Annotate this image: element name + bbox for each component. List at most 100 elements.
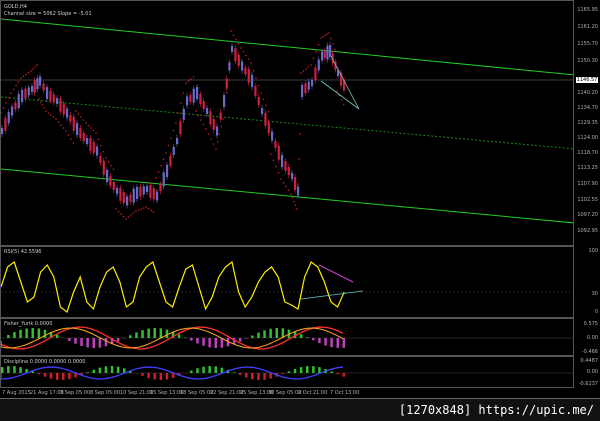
sar-dot bbox=[165, 152, 167, 154]
sar-dot bbox=[130, 214, 132, 216]
discipline-bar bbox=[269, 373, 272, 379]
candle-body bbox=[209, 111, 211, 124]
price-tick: 1124.00 bbox=[577, 135, 598, 141]
candle-body bbox=[109, 176, 111, 186]
sar-dot bbox=[265, 105, 267, 107]
fisher-bar bbox=[38, 328, 41, 338]
candle-body bbox=[21, 90, 23, 102]
candle-body bbox=[311, 80, 313, 86]
sar-dot bbox=[148, 208, 150, 210]
discipline-pane[interactable]: Discipline 0.0000 0.0000 0.0000 bbox=[0, 356, 574, 388]
sar-dot bbox=[1, 112, 2, 114]
sar-dot bbox=[230, 30, 232, 32]
sar-dot bbox=[250, 62, 252, 64]
fisher-pane[interactable]: Fisher_Yurik 0.0000 bbox=[0, 318, 574, 356]
candle-body bbox=[329, 45, 331, 57]
candle-body bbox=[228, 62, 230, 70]
main-chart-pane[interactable]: GOLD,H4 Channel size = 5062 Slope = -5.0… bbox=[0, 0, 574, 246]
sar-dot bbox=[55, 118, 57, 120]
fisher-bar bbox=[312, 338, 315, 340]
candle-body bbox=[99, 156, 101, 163]
discipline-bar bbox=[56, 373, 59, 380]
discipline-bar bbox=[19, 367, 22, 373]
discipline-bar bbox=[13, 366, 16, 373]
fisher-bar bbox=[269, 329, 272, 338]
sar-dot bbox=[63, 127, 65, 129]
candle-body bbox=[189, 95, 191, 102]
candle-body bbox=[304, 83, 306, 93]
sar-dot bbox=[255, 77, 257, 79]
fisher-bar bbox=[276, 328, 279, 338]
candle-body bbox=[278, 146, 280, 160]
sar-dot bbox=[145, 206, 147, 208]
candle-body bbox=[83, 133, 85, 141]
discipline-tick: 0.00 bbox=[587, 369, 598, 375]
candle-body bbox=[146, 186, 148, 192]
sar-dot bbox=[297, 183, 299, 185]
sar-dot bbox=[298, 158, 300, 160]
sar-dot bbox=[28, 72, 30, 74]
sar-dot bbox=[68, 134, 70, 136]
sar-dot bbox=[155, 177, 157, 179]
discipline-tick: 0.4487 bbox=[581, 358, 599, 364]
date-tick: 7 Oct 13:00 bbox=[330, 390, 359, 396]
candle-body bbox=[288, 167, 290, 175]
sar-dot bbox=[23, 75, 25, 77]
candle-body bbox=[248, 69, 250, 83]
rsi-pane[interactable]: RSI(5) 42.5596 bbox=[0, 246, 574, 318]
discipline-bar bbox=[343, 373, 346, 377]
sar-dot bbox=[268, 111, 270, 113]
candle-body bbox=[66, 109, 68, 118]
sar-dot bbox=[220, 126, 222, 128]
discipline-bar bbox=[117, 367, 120, 373]
candle-body bbox=[69, 115, 71, 122]
price-tick: 1140.20 bbox=[577, 90, 598, 96]
sar-dot bbox=[188, 80, 190, 82]
discipline-bar bbox=[154, 373, 157, 380]
sar-dot bbox=[30, 70, 32, 72]
sar-dot bbox=[270, 153, 272, 155]
sar-dot bbox=[334, 49, 336, 51]
date-tick: 3 Sep 05:00 bbox=[60, 390, 90, 396]
sar-dot bbox=[85, 122, 87, 124]
sar-dot bbox=[263, 98, 265, 100]
candle-body bbox=[34, 80, 36, 93]
fisher-bar bbox=[86, 338, 89, 347]
discipline-bar bbox=[245, 373, 248, 377]
date-tick: 10 Sep 21:00 bbox=[120, 390, 153, 396]
sar-dot bbox=[5, 102, 7, 104]
sar-dot bbox=[40, 101, 42, 103]
discipline-label: Discipline 0.0000 0.0000 0.0000 bbox=[4, 359, 85, 365]
sar-dot bbox=[143, 207, 145, 209]
rsi-label: RSI(5) 42.5596 bbox=[4, 249, 41, 255]
sar-dot bbox=[20, 77, 22, 79]
candle-body bbox=[153, 188, 155, 199]
sar-dot bbox=[163, 158, 165, 160]
channel-upper-line bbox=[1, 19, 574, 75]
sar-dot bbox=[180, 102, 182, 104]
sar-dot bbox=[300, 72, 302, 74]
rsi-plot bbox=[1, 247, 574, 318]
sar-dot bbox=[168, 145, 170, 147]
sar-dot bbox=[318, 44, 320, 46]
sar-dot bbox=[42, 104, 44, 106]
rsi-divergence-line bbox=[319, 265, 353, 282]
candle-body bbox=[173, 147, 175, 155]
fisher-bar bbox=[147, 329, 150, 338]
sar-dot bbox=[235, 39, 237, 41]
discipline-axis: 0.4487 0.00 -0.6237 bbox=[574, 356, 600, 388]
sar-dot bbox=[53, 116, 55, 118]
fisher-bar bbox=[44, 330, 47, 338]
sar-dot bbox=[195, 110, 197, 112]
sar-dot bbox=[205, 128, 207, 130]
candle-body bbox=[59, 99, 61, 112]
candle-body bbox=[264, 113, 266, 126]
sar-dot bbox=[193, 76, 195, 78]
sar-dot bbox=[140, 208, 142, 210]
trend-line bbox=[331, 56, 359, 109]
discipline-tick: -0.6237 bbox=[579, 381, 598, 387]
sar-dot bbox=[133, 212, 135, 214]
candle-body bbox=[46, 87, 48, 99]
sar-dot bbox=[288, 189, 290, 191]
candle-body bbox=[294, 177, 296, 190]
